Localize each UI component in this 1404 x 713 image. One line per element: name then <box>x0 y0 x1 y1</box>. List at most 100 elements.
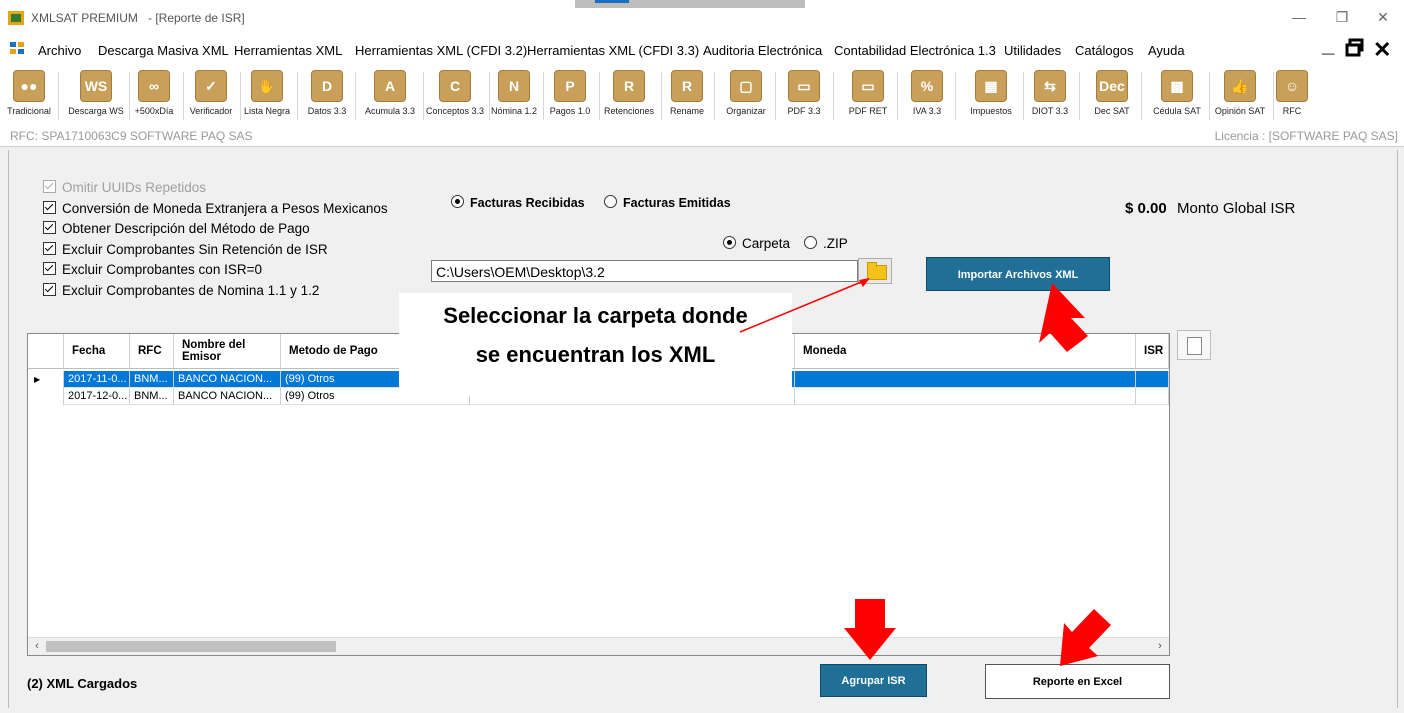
thumbs-up-icon: 👍 <box>1224 70 1256 102</box>
menu-item-contabilidad-electr-nica-1-3[interactable]: Contabilidad Electrónica 1.3 <box>834 43 996 58</box>
payment-method-checkbox[interactable]: Obtener Descripción del Método de Pago <box>43 221 310 236</box>
copy-page-icon <box>1187 337 1202 355</box>
tool-label: Pagos 1.0 <box>549 106 591 116</box>
mdi-minimize-button[interactable]: _ <box>1322 34 1334 56</box>
tool-button-pdf-3-3[interactable]: ▭ PDF 3.3 <box>778 70 830 126</box>
decorative-accent <box>595 0 629 3</box>
toolbar-separator <box>1141 72 1142 120</box>
row-selector-arrow-icon: ▶ <box>28 371 64 388</box>
toolbar-separator <box>955 72 956 120</box>
menu-item-descarga-masiva-xml[interactable]: Descarga Masiva XML <box>98 43 229 58</box>
menu-item-archivo[interactable]: Archivo <box>38 43 81 58</box>
currency-conversion-checkbox[interactable]: Conversión de Moneda Extranjera a Pesos … <box>43 201 388 216</box>
xml-r-icon: R <box>613 70 645 102</box>
group-isr-button[interactable]: Agrupar ISR <box>820 664 927 697</box>
copy-button[interactable] <box>1177 330 1211 360</box>
mdi-restore-button[interactable] <box>1345 38 1365 62</box>
toolbar-separator <box>297 72 298 120</box>
hand-icon: ✋ <box>251 70 283 102</box>
menu-item-herramientas-xml-cfdi-3-3[interactable]: Herramientas XML (CFDI 3.3) <box>527 43 699 58</box>
exclude-no-retention-label: Excluir Comprobantes Sin Retención de IS… <box>62 242 328 257</box>
tool-button-conceptos-3-3[interactable]: C Conceptos 3.3 <box>424 70 486 126</box>
scroll-thumb[interactable] <box>46 641 336 652</box>
minimize-button[interactable]: — <box>1284 6 1314 28</box>
tool-button-dec-sat[interactable]: Dec Dec SAT <box>1086 70 1138 126</box>
tool-button-lista-negra[interactable]: ✋ Lista Negra <box>240 70 294 126</box>
tool-label: Cédula SAT <box>1153 106 1201 116</box>
tool-button-organizar[interactable]: ▢ Organizar <box>720 70 772 126</box>
tool-button-n-mina-1-2[interactable]: N Nómina 1.2 <box>488 70 540 126</box>
menu-item-auditoria-electr-nica[interactable]: Auditoria Electrónica <box>703 43 822 58</box>
tool-label: Nómina 1.2 <box>490 106 538 116</box>
restore-button[interactable]: ❐ <box>1327 6 1357 28</box>
omit-uuids-checkbox[interactable]: Omitir UUIDs Repetidos <box>43 180 206 195</box>
tool-button-rfc[interactable]: ☺ RFC <box>1270 70 1314 126</box>
menu-item-ayuda[interactable]: Ayuda <box>1148 43 1185 58</box>
zip-source-radio[interactable]: .ZIP <box>804 236 848 251</box>
tool-label: Rename <box>669 106 705 116</box>
exclude-no-retention-checkbox[interactable]: Excluir Comprobantes Sin Retención de IS… <box>43 242 328 257</box>
column-header-moneda[interactable]: Moneda <box>795 334 1136 368</box>
column-header-emisor[interactable]: Nombre del Emisor <box>174 334 281 368</box>
folder-source-label: Carpeta <box>742 236 791 251</box>
tool-button-pagos-1-0[interactable]: P Pagos 1.0 <box>544 70 596 126</box>
tool-button-c-dula-sat[interactable]: ▩ Cédula SAT <box>1148 70 1206 126</box>
toolbar-separator <box>775 72 776 120</box>
check-icon: ✓ <box>195 70 227 102</box>
xml-c-icon: C <box>439 70 471 102</box>
tool-label: RFC <box>1282 106 1302 116</box>
tool-button-opini-n-sat[interactable]: 👍 Opinión SAT <box>1210 70 1270 126</box>
tool-label: Dec SAT <box>1094 106 1130 116</box>
tool-button-diot-3-3[interactable]: ⇆ DIOT 3.3 <box>1024 70 1076 126</box>
cell-fecha: 2017-12-0... <box>64 388 130 405</box>
mdi-close-button[interactable]: ✕ <box>1373 39 1391 61</box>
menu-item-herramientas-xml-cfdi-3-2[interactable]: Herramientas XML (CFDI 3.2) <box>355 43 527 58</box>
tool-button-acumula-3-3[interactable]: A Acumula 3.3 <box>360 70 420 126</box>
scroll-left-icon[interactable]: ‹ <box>28 638 46 655</box>
radio-selected-icon <box>723 236 736 249</box>
tool-button-tradicional[interactable]: ●● Tradicional <box>3 70 55 126</box>
app-logo-icon <box>8 11 24 25</box>
tool-label: Tradicional <box>7 106 51 116</box>
xml-d-icon: D <box>311 70 343 102</box>
menu-item-cat-logos[interactable]: Catálogos <box>1075 43 1134 58</box>
folder-source-radio[interactable]: Carpeta <box>723 236 790 251</box>
exclude-isr0-checkbox[interactable]: Excluir Comprobantes con ISR=0 <box>43 262 262 277</box>
tool-button-descarga-ws[interactable]: WS Descarga WS <box>66 70 126 126</box>
tool-button-pdf-ret[interactable]: ▭ PDF RET <box>842 70 894 126</box>
tool-button-verificador[interactable]: ✓ Verificador <box>185 70 237 126</box>
pdf-ret-icon: ▭ <box>852 70 884 102</box>
tool-button-iva-3-3[interactable]: % IVA 3.3 <box>902 70 952 126</box>
browse-folder-button[interactable] <box>858 258 892 284</box>
scroll-right-icon[interactable]: › <box>1151 638 1169 655</box>
toolbar-separator <box>58 72 59 120</box>
menu-item-herramientas-xml[interactable]: Herramientas XML <box>234 43 342 58</box>
tool-label: Conceptos 3.3 <box>425 106 485 116</box>
tool-button-rename[interactable]: R Rename <box>663 70 711 126</box>
exclude-isr0-label: Excluir Comprobantes con ISR=0 <box>62 262 262 277</box>
exclude-nomina-checkbox[interactable]: Excluir Comprobantes de Nomina 1.1 y 1.2 <box>43 283 319 298</box>
cell-fecha: 2017-11-0... <box>64 371 130 388</box>
tool-button-retenciones[interactable]: R Retenciones <box>600 70 658 126</box>
column-header-isr[interactable]: ISR <box>1136 334 1169 368</box>
horizontal-scrollbar[interactable]: ‹ › <box>28 637 1169 655</box>
menu-app-icon[interactable] <box>10 42 24 54</box>
close-button[interactable]: ✕ <box>1368 6 1398 28</box>
column-header-rfc[interactable]: RFC <box>130 334 174 368</box>
received-invoices-radio[interactable]: Facturas Recibidas <box>451 195 585 210</box>
currency-conversion-label: Conversión de Moneda Extranjera a Pesos … <box>62 201 388 216</box>
app-title: XMLSAT PREMIUM <box>31 11 138 25</box>
tool-label: PDF RET <box>848 106 888 116</box>
tool-label: DIOT 3.3 <box>1031 106 1069 116</box>
tool-button-datos-3-3[interactable]: D Datos 3.3 <box>302 70 352 126</box>
tool-button-500xd-a[interactable]: ∞ +500xDía <box>128 70 180 126</box>
issued-invoices-radio[interactable]: Facturas Emitidas <box>604 195 731 210</box>
organize-icon: ▢ <box>730 70 762 102</box>
tool-label: Opinión SAT <box>1214 106 1266 116</box>
excel-report-button[interactable]: Reporte en Excel <box>985 664 1170 699</box>
tool-button-impuestos[interactable]: ▦ Impuestos <box>962 70 1020 126</box>
folder-path-input[interactable]: C:\Users\OEM\Desktop\3.2 <box>431 260 858 282</box>
column-header-fecha[interactable]: Fecha <box>64 334 130 368</box>
import-xml-button[interactable]: Importar Archivos XML <box>926 257 1110 291</box>
menu-item-utilidades[interactable]: Utilidades <box>1004 43 1061 58</box>
